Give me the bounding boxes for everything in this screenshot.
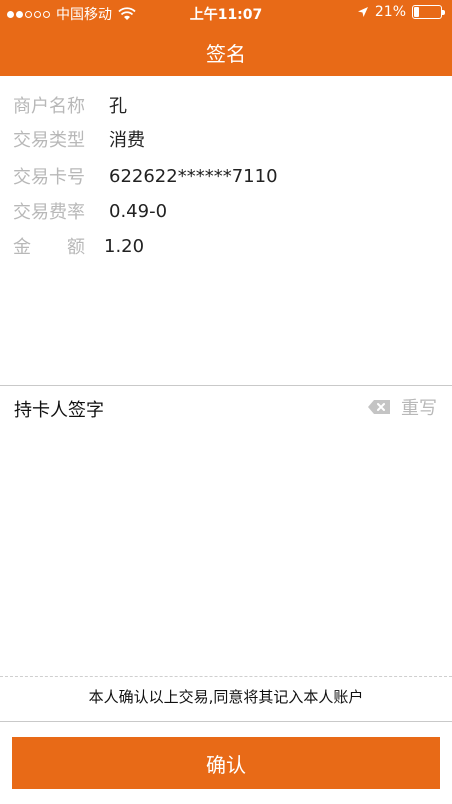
battery-cap — [442, 10, 445, 15]
signature-baseline — [0, 676, 452, 677]
divider — [0, 385, 452, 386]
amount-label-part: 额 — [67, 237, 85, 258]
rewrite-label: 重写 — [401, 398, 437, 419]
info-label: 交易卡号 — [13, 167, 85, 188]
backspace-icon — [368, 400, 390, 414]
rewrite-button[interactable]: 重写 — [367, 394, 437, 420]
info-value: 0.49-0 — [109, 200, 168, 222]
status-bar: 中国移动 上午11:07 21% — [0, 0, 452, 24]
confirm-button[interactable]: 确认 — [12, 737, 440, 789]
page-title: 签名 — [206, 42, 246, 66]
screen: 中国移动 上午11:07 21% 签名 商户名称 孔 交易类型 消费 交易卡号 … — [0, 0, 452, 804]
battery-icon — [412, 5, 445, 19]
info-value: 622622******7110 — [109, 165, 278, 187]
info-value: 消费 — [109, 130, 145, 151]
amount-label-part: 金 — [13, 237, 31, 258]
signature-pad[interactable] — [0, 425, 452, 673]
divider — [0, 721, 452, 722]
agreement-text: 本人确认以上交易,同意将其记入本人账户 — [88, 688, 364, 706]
info-label: 交易类型 — [13, 130, 85, 151]
battery-level — [414, 7, 419, 17]
amount-value: 1.20 — [104, 235, 145, 257]
info-value: 孔 — [109, 96, 127, 117]
info-label: 商户名称 — [13, 96, 85, 117]
status-right: 21% — [357, 4, 445, 20]
battery-percent: 21% — [374, 4, 406, 20]
header: 中国移动 上午11:07 21% 签名 — [0, 0, 452, 76]
signature-title: 持卡人签字 — [14, 400, 104, 421]
info-label: 交易费率 — [13, 202, 85, 223]
location-arrow-icon — [357, 7, 368, 17]
